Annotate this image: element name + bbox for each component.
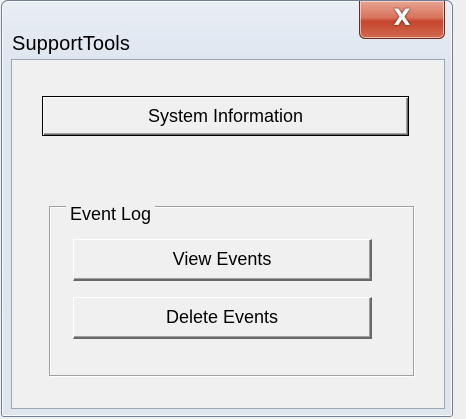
system-information-button[interactable]: System Information (42, 96, 409, 136)
delete-events-button[interactable]: Delete Events (73, 297, 372, 339)
window-title: SupportTools (12, 33, 130, 55)
event-log-label: Event Log (66, 203, 156, 225)
close-button[interactable]: X (359, 1, 445, 39)
view-events-button[interactable]: View Events (73, 239, 372, 281)
close-icon: X (393, 5, 411, 31)
event-log-groupbox (49, 206, 414, 376)
dialog-client-area: System Information Event Log View Events… (11, 59, 445, 409)
supporttools-window: SupportTools X System Information Event … (1, 0, 453, 417)
